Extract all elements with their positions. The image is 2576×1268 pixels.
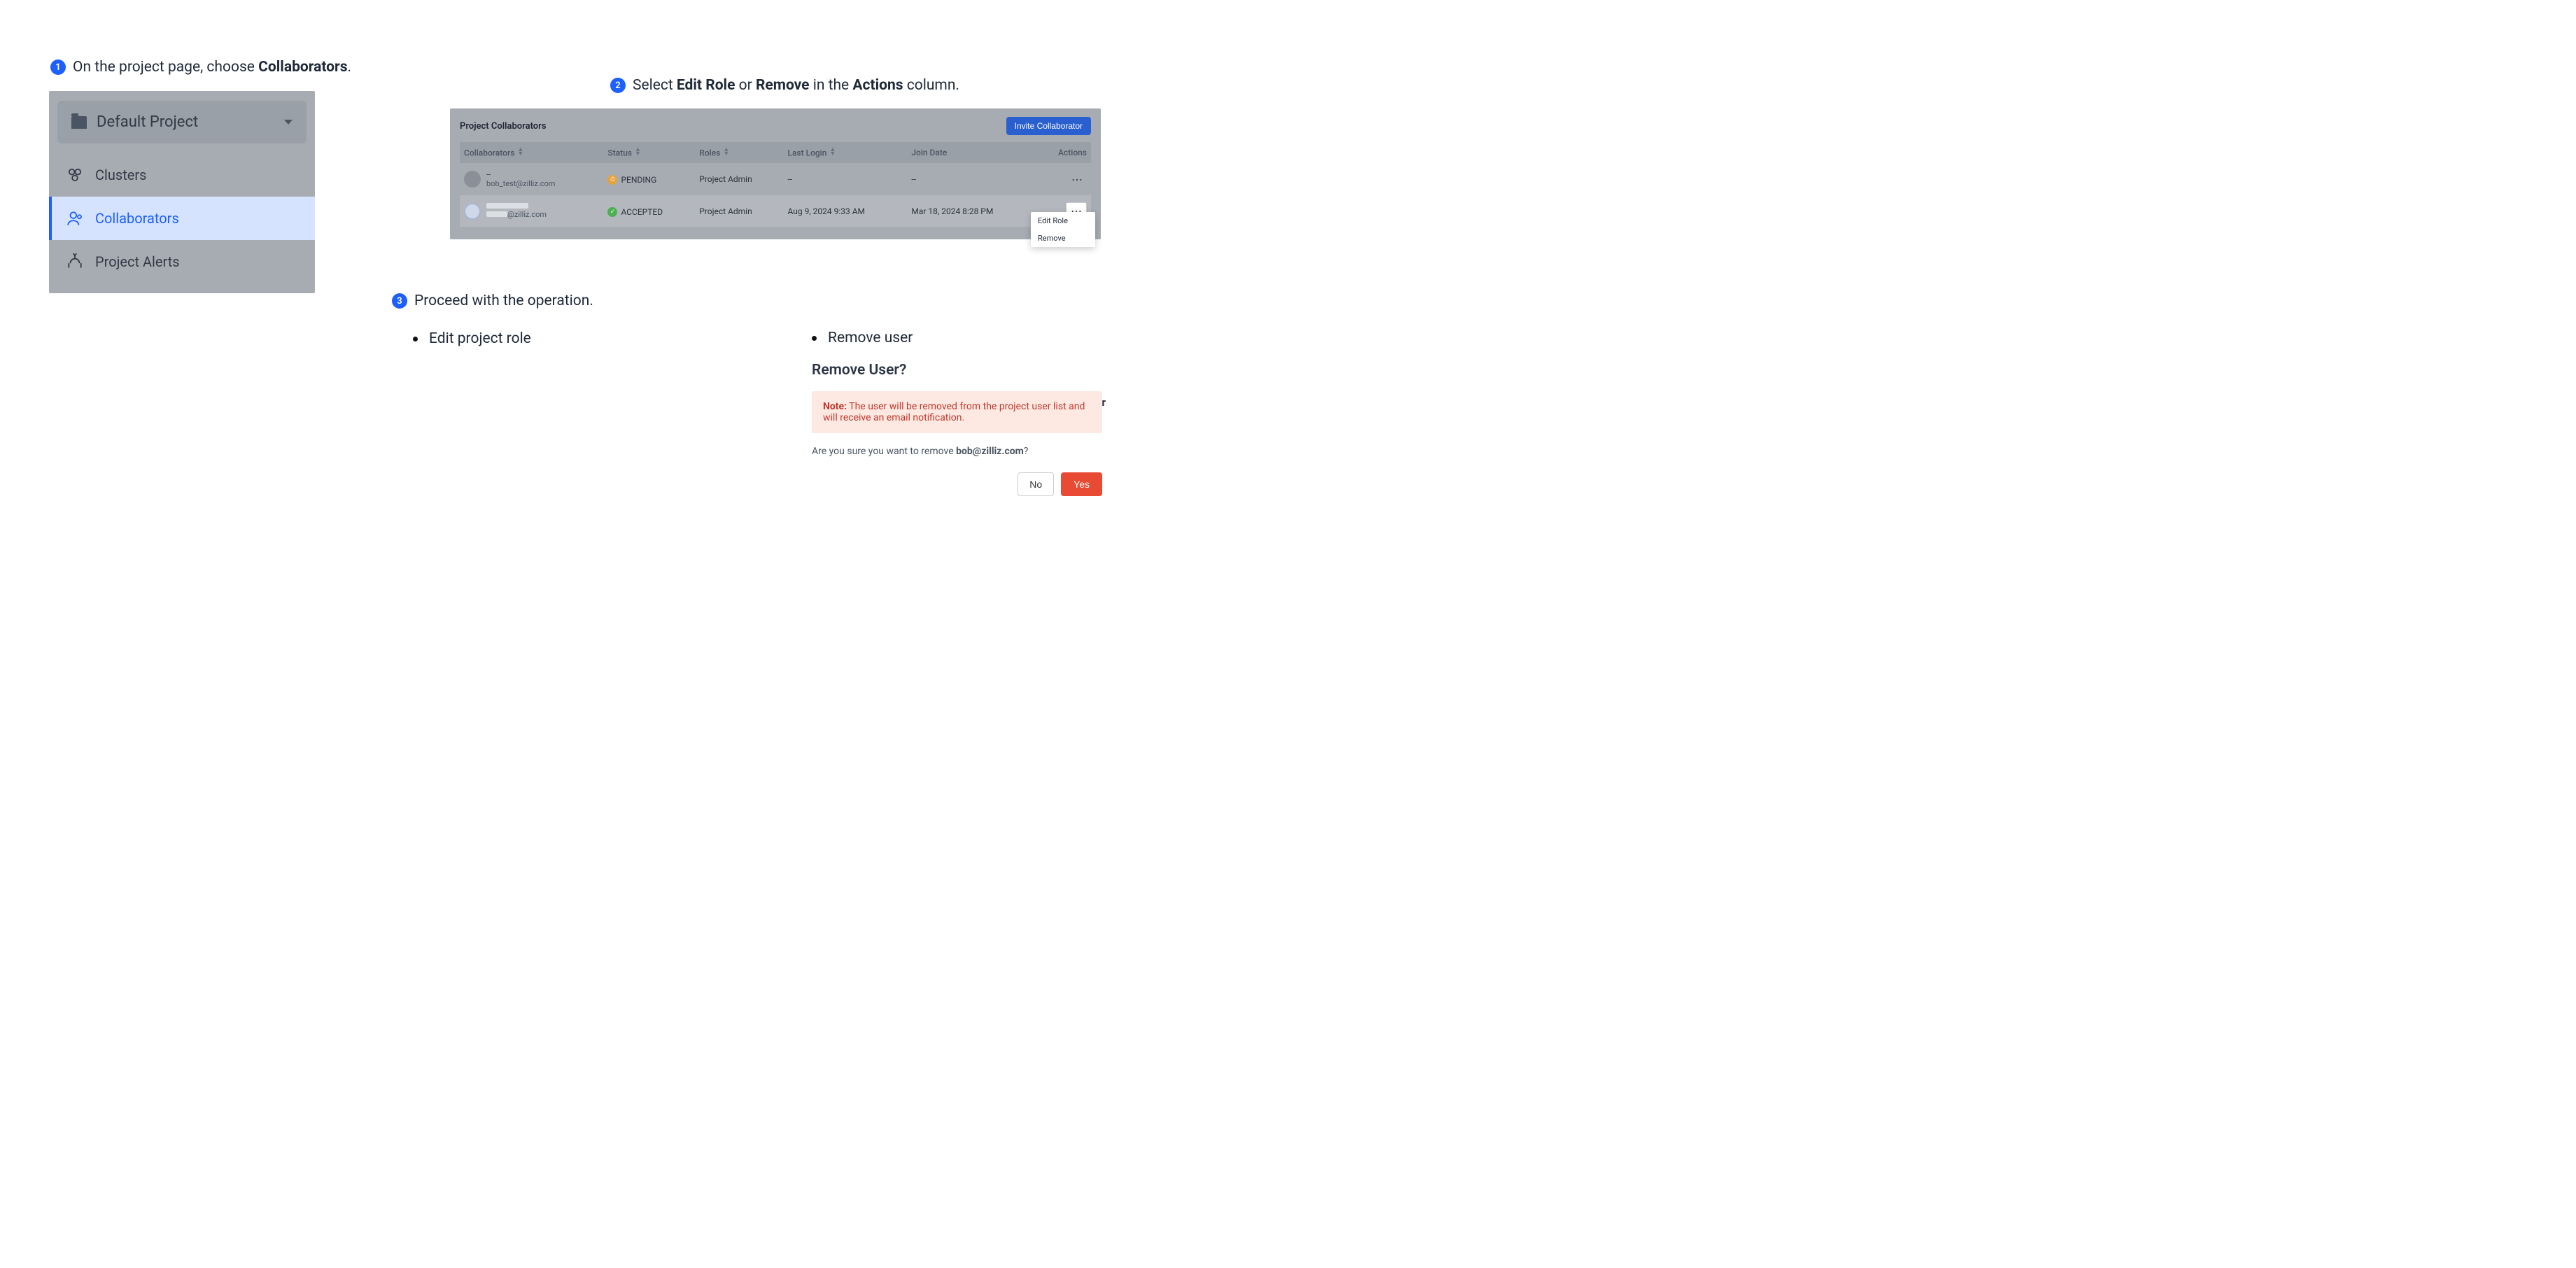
yes-button[interactable]: Yes [1061, 472, 1102, 496]
row-join-date: -- [907, 163, 1037, 195]
note-label: Note: [823, 401, 847, 412]
clusters-icon [66, 166, 84, 184]
redacted-name [486, 203, 528, 209]
sidebar-item-clusters[interactable]: Clusters [49, 153, 315, 197]
step3-badge: 3 [392, 293, 407, 309]
th-roles[interactable]: Roles▲▼ [695, 142, 783, 163]
remove-note-box: Note: The user will be removed from the … [812, 391, 1102, 433]
step3-line: 3 Proceed with the operation. [392, 293, 1106, 309]
avatar-icon [464, 171, 481, 188]
invite-collaborator-button[interactable]: Invite Collaborator [1006, 117, 1091, 135]
folder-icon [71, 116, 87, 129]
confirm-text: Are you sure you want to remove bob@zill… [812, 446, 1102, 457]
check-icon: ✓ [607, 207, 617, 217]
table-row: -- bob_test@zilliz.com ⏱ PENDING Project… [460, 163, 1091, 195]
row-email: bob_test@zilliz.com [486, 179, 555, 188]
bullet-icon [413, 337, 418, 341]
step1-badge: 1 [50, 59, 66, 75]
project-selector[interactable]: Default Project [57, 101, 307, 143]
clock-icon: ⏱ [607, 175, 617, 185]
step3-section: 3 Proceed with the operation. Edit proje… [392, 293, 1106, 409]
sort-icon: ▲▼ [635, 148, 641, 157]
sidebar-panel: Default Project Clusters Collaborators P… [49, 91, 315, 293]
row-last-login: Aug 9, 2024 9:33 AM [783, 195, 907, 227]
collaborators-table: Collaborators▲▼ Status▲▼ Roles▲▼ Last Lo… [460, 142, 1091, 227]
sidebar-item-label: Clusters [95, 167, 146, 183]
row-last-login: -- [783, 163, 907, 195]
row-name: -- [486, 170, 555, 179]
remove-dialog-title: Remove User? [812, 362, 1102, 379]
sort-icon: ▲▼ [829, 148, 836, 157]
project-name-label: Default Project [97, 113, 198, 131]
row-join-date: Mar 18, 2024 8:28 PM [907, 195, 1037, 227]
menu-item-remove[interactable]: Remove [1031, 230, 1095, 247]
th-last-login[interactable]: Last Login▲▼ [783, 142, 907, 163]
actions-dropdown: Edit Role Remove [1031, 212, 1095, 247]
note-text: The user will be removed from the projec… [823, 401, 1085, 423]
bullet-remove-user: Remove user [812, 330, 1102, 346]
no-button[interactable]: No [1018, 472, 1054, 496]
table-row: @zilliz.com ✓ ACCEPTED Project Admin Aug… [460, 195, 1091, 227]
row-role: Project Admin [695, 163, 783, 195]
row-role: Project Admin [695, 195, 783, 227]
th-status[interactable]: Status▲▼ [603, 142, 695, 163]
bullet-edit-role: Edit project role [413, 330, 531, 347]
sidebar-item-label: Project Alerts [95, 253, 180, 270]
menu-item-edit-role[interactable]: Edit Role [1031, 212, 1095, 230]
sort-icon: ▲▼ [517, 148, 523, 157]
step1-text: On the project page, choose Collaborator… [73, 59, 351, 76]
step2-badge: 2 [610, 78, 626, 93]
th-actions: Actions [1038, 142, 1091, 163]
sidebar-item-label: Collaborators [95, 210, 179, 227]
project-alerts-icon [66, 253, 84, 271]
collaborators-icon [66, 209, 84, 227]
status-pending: ⏱ PENDING [607, 175, 656, 185]
th-collaborators[interactable]: Collaborators▲▼ [460, 142, 603, 163]
row-email: @zilliz.com [486, 210, 547, 219]
table-title: Project Collaborators [460, 121, 547, 132]
step2-line: 2 Select Edit Role or Remove in the Acti… [610, 77, 959, 94]
th-join-date: Join Date [907, 142, 1037, 163]
collaborators-table-panel: Project Collaborators Invite Collaborato… [450, 108, 1101, 239]
sidebar-item-collaborators[interactable]: Collaborators [49, 197, 315, 240]
row-actions-button[interactable]: ⋯ [1067, 171, 1087, 188]
avatar-icon [464, 203, 481, 220]
sidebar-item-project-alerts[interactable]: Project Alerts [49, 240, 315, 283]
instruction-canvas: 1 On the project page, choose Collaborat… [28, 28, 1092, 546]
sort-icon: ▲▼ [723, 148, 729, 157]
bullet-icon [812, 336, 817, 341]
status-accepted: ✓ ACCEPTED [607, 207, 663, 217]
step1-line: 1 On the project page, choose Collaborat… [50, 59, 351, 76]
remove-column: Remove user Remove User? Note: The user … [812, 330, 1102, 496]
step2-text: Select Edit Role or Remove in the Action… [633, 77, 959, 94]
step3-text: Proceed with the operation. [414, 293, 593, 309]
caret-down-icon [284, 120, 293, 125]
